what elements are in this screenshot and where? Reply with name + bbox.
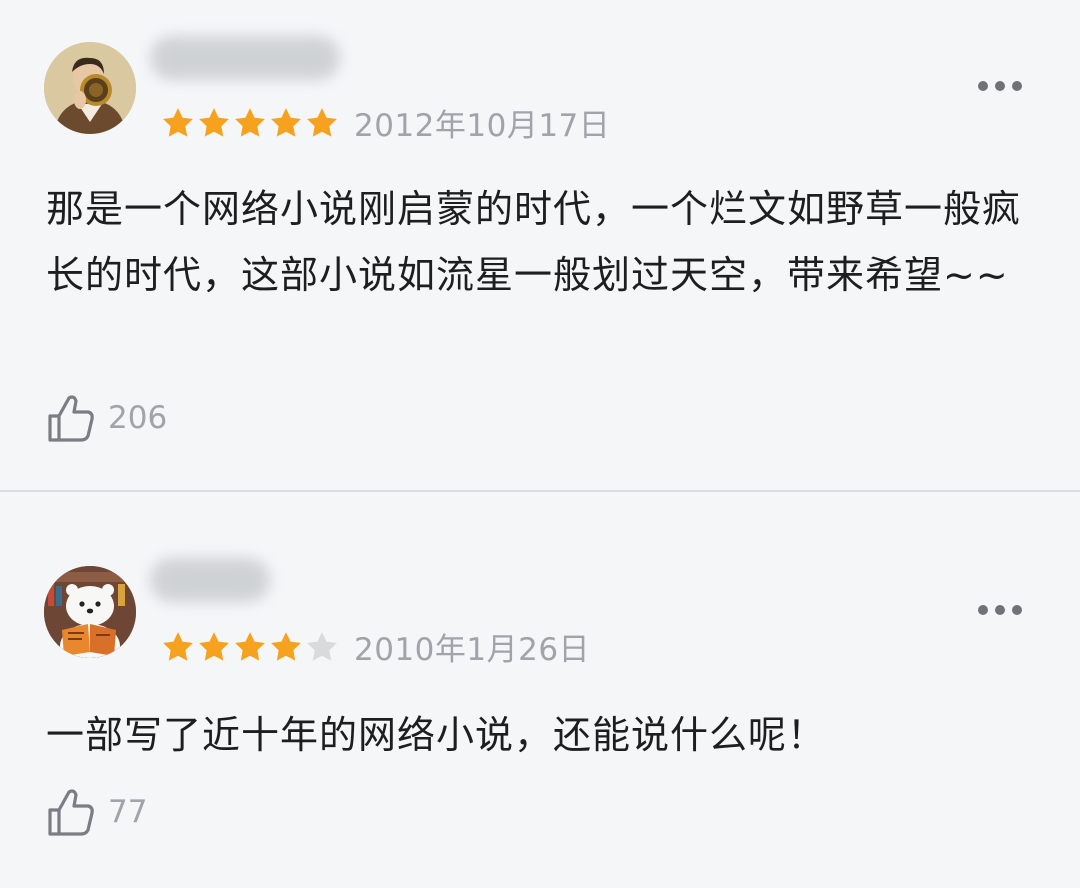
rating-row: 2012年10月17日: [160, 100, 610, 145]
like-button[interactable]: 206: [46, 392, 167, 444]
star-rating: [160, 630, 340, 664]
review-date: 2012年10月17日: [354, 108, 611, 144]
rating-row: 2010年1月26日: [160, 624, 590, 669]
star-empty-icon: [307, 631, 337, 661]
thumbs-up-icon: [48, 789, 94, 836]
star-filled-icon: [271, 107, 301, 137]
star-rating: [160, 106, 340, 140]
review-text: 一部写了近十年的网络小说，还能说什么呢！: [46, 713, 827, 757]
review-text: 那是一个网络小说刚启蒙的时代，一个烂文如野草一般疯长的时代，这部小说如流星一般划…: [46, 187, 1022, 297]
like-count: 206: [108, 400, 168, 436]
more-options-button[interactable]: [978, 76, 1022, 96]
username-blurred[interactable]: [150, 36, 340, 80]
star-filled-icon: [235, 107, 265, 137]
like-count: 77: [108, 794, 148, 830]
thumbs-up-icon: [48, 395, 94, 442]
star-filled-icon: [271, 631, 301, 661]
dot-icon: [995, 605, 1005, 615]
avatar[interactable]: [44, 42, 136, 134]
ice-bear-reading-avatar-icon: [44, 566, 136, 658]
review-card: 2010年1月26日 一部写了近十年的网络小说，还能说什么呢！ 77: [0, 492, 1080, 888]
dot-icon: [1012, 81, 1022, 91]
dot-icon: [1012, 605, 1022, 615]
dot-icon: [978, 81, 988, 91]
star-filled-icon: [307, 107, 337, 137]
star-filled-icon: [199, 107, 229, 137]
star-filled-icon: [199, 631, 229, 661]
star-filled-icon: [163, 631, 193, 661]
review-date: 2010年1月26日: [354, 632, 591, 668]
username-blurred[interactable]: [150, 558, 270, 602]
more-options-button[interactable]: [978, 600, 1022, 620]
man-with-sunflower-avatar-icon: [44, 42, 136, 134]
star-filled-icon: [163, 107, 193, 137]
like-button[interactable]: 77: [46, 786, 147, 838]
dot-icon: [995, 81, 1005, 91]
star-filled-icon: [235, 631, 265, 661]
avatar[interactable]: [44, 566, 136, 658]
dot-icon: [978, 605, 988, 615]
review-card: 2012年10月17日 那是一个网络小说刚启蒙的时代，一个烂文如野草一般疯长的时…: [0, 0, 1080, 490]
